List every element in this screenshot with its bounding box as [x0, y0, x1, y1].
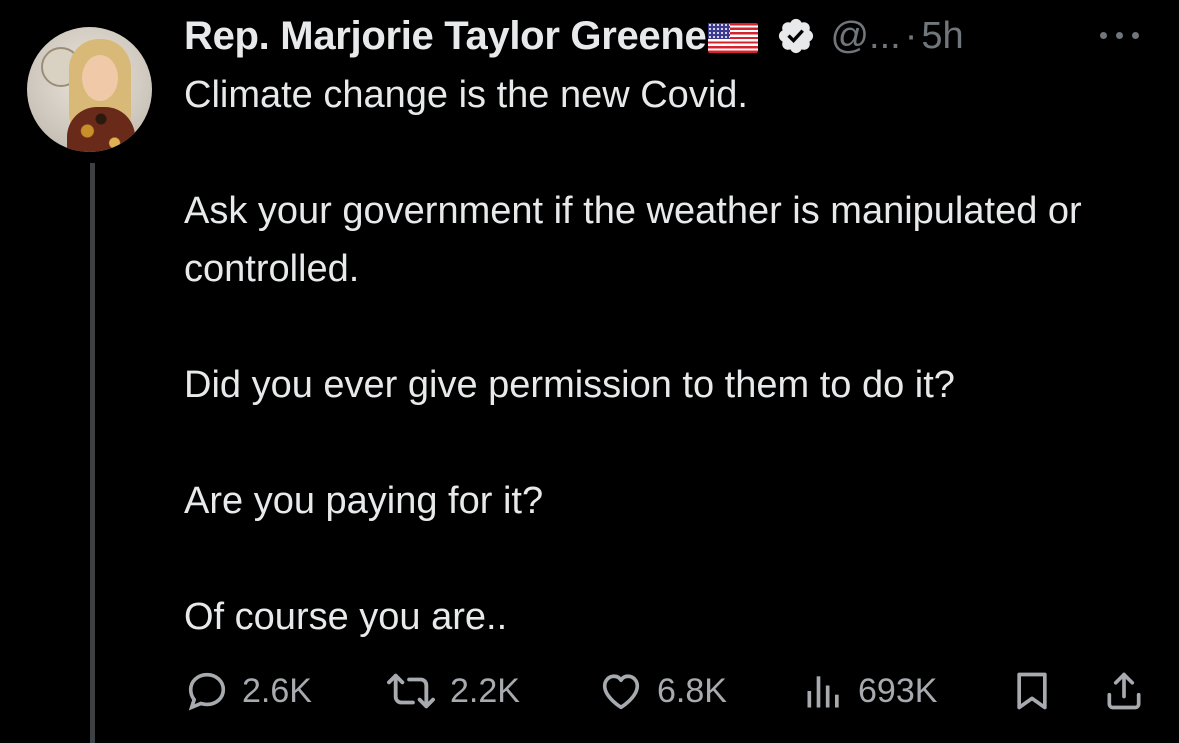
bookmark-icon	[1017, 672, 1047, 710]
like-count: 6.8K	[657, 671, 727, 710]
tweet-actions: 2.6K 2.2K 6.8K 693K	[184, 666, 1154, 716]
verified-badge-icon	[779, 18, 814, 54]
dot-icon	[1100, 32, 1107, 39]
like-button[interactable]: 6.8K	[597, 666, 727, 716]
author-handle[interactable]: @...	[830, 15, 900, 58]
tweet-content: Rep. Marjorie Taylor Greene @... · 5h Cl…	[184, 8, 1159, 646]
share-icon	[1107, 672, 1141, 710]
heart-icon	[602, 674, 640, 710]
views-chart-icon	[807, 676, 839, 708]
avatar[interactable]	[27, 27, 152, 152]
author-name[interactable]: Rep. Marjorie Taylor Greene	[184, 14, 707, 59]
dot-icon	[1132, 32, 1139, 39]
tweet-timestamp[interactable]: 5h	[921, 15, 963, 58]
more-options-button[interactable]	[1100, 26, 1150, 42]
bookmark-button[interactable]	[1010, 666, 1054, 716]
tweet-paragraph: Ask your government if the weather is ma…	[184, 190, 1082, 290]
tweet-paragraph: Of course you are..	[184, 596, 508, 638]
share-button[interactable]	[1102, 666, 1146, 716]
tweet-paragraph: Climate change is the new Covid.	[184, 74, 748, 116]
repost-button[interactable]: 2.2K	[384, 666, 520, 716]
separator-dot: ·	[904, 14, 918, 57]
reply-button[interactable]: 2.6K	[184, 666, 312, 716]
tweet-paragraph: Did you ever give permission to them to …	[184, 364, 955, 406]
views-count: 693K	[858, 671, 938, 710]
tweet[interactable]: Rep. Marjorie Taylor Greene @... · 5h Cl…	[0, 0, 1179, 743]
repost-icon	[387, 673, 435, 709]
tweet-text: Climate change is the new Covid. Ask you…	[184, 66, 1159, 646]
thread-line	[90, 163, 95, 743]
reply-count: 2.6K	[242, 671, 312, 710]
us-flag-icon	[708, 23, 759, 53]
avatar-column	[27, 27, 154, 152]
repost-count: 2.2K	[450, 671, 520, 710]
views-button[interactable]: 693K	[802, 666, 937, 716]
reply-icon	[188, 672, 226, 711]
dot-icon	[1116, 32, 1123, 39]
tweet-header: Rep. Marjorie Taylor Greene @... · 5h	[184, 8, 1159, 64]
tweet-paragraph: Are you paying for it?	[184, 480, 544, 522]
